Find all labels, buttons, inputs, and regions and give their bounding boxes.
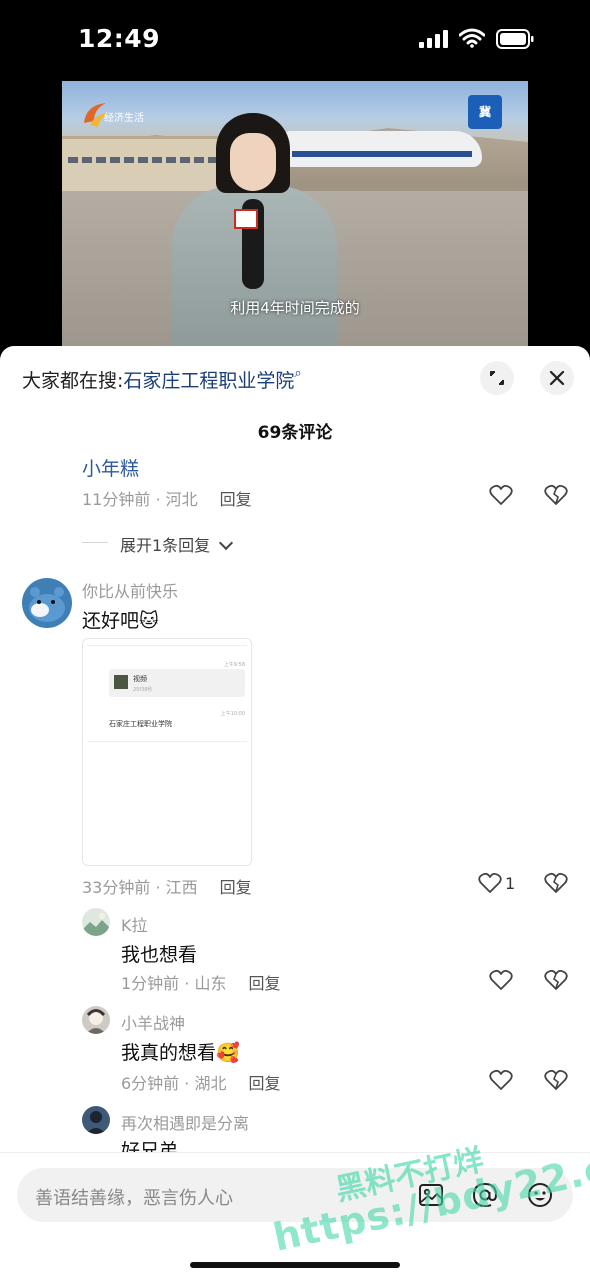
expand-replies-label: 展开1条回复	[120, 536, 211, 555]
reply-meta: 1分钟前 · 山东 回复	[121, 970, 280, 994]
comment-meta: 11分钟前 · 河北 回复	[82, 486, 252, 510]
expand-replies-button[interactable]: 展开1条回复	[120, 532, 234, 556]
reporter-face	[230, 133, 276, 191]
comment-attached-image[interactable]: 上午9:58 视频 25f38秒 上午10:00 石家庄工程职业学院	[82, 638, 252, 866]
reply-button[interactable]: 回复	[248, 1074, 280, 1093]
image-video-label: 视频	[133, 675, 147, 683]
home-indicator	[190, 1262, 400, 1268]
dislike-icon[interactable]	[544, 484, 568, 506]
avatar-character-icon	[86, 1009, 106, 1034]
hug-emoji: 🥰	[216, 1042, 240, 1064]
video-background-airplane	[282, 131, 482, 167]
avatar-landscape-icon	[82, 913, 110, 936]
like-icon[interactable]	[489, 1069, 513, 1091]
reply-username[interactable]: K拉	[121, 912, 148, 936]
reply-text-content: 我真的想看	[121, 1042, 217, 1064]
comment-text-link[interactable]: 小年糕	[82, 454, 139, 481]
like-count: 1	[505, 874, 516, 893]
trending-search-prefix: 大家都在搜:	[22, 370, 124, 392]
cellular-signal-icon	[419, 30, 449, 48]
close-button[interactable]	[540, 361, 574, 395]
comment-text: 还好吧🐱	[82, 606, 159, 633]
image-video-size: 25f38秒	[133, 687, 153, 693]
reply-username[interactable]: 再次相遇即是分离	[121, 1110, 249, 1134]
image-video-card	[109, 669, 245, 697]
like-icon[interactable]	[478, 872, 502, 894]
channel-logo-text: 经济生活	[104, 113, 144, 124]
reply-button[interactable]: 回复	[248, 974, 280, 993]
avatar[interactable]	[82, 1006, 110, 1034]
chevron-down-icon	[219, 535, 234, 551]
station-logo-icon: 冀	[468, 95, 502, 129]
comment-meta: 33分钟前 · 江西 回复	[82, 874, 252, 898]
status-time: 12:49	[78, 24, 161, 53]
battery-icon	[496, 29, 534, 49]
trending-search-keyword[interactable]: 石家庄工程职业学院	[123, 370, 294, 392]
dislike-icon[interactable]	[544, 1069, 568, 1091]
comment-input-placeholder: 善语结善缘，恶言伤人心	[35, 1188, 233, 1209]
avatar[interactable]	[82, 908, 110, 936]
avatar[interactable]	[82, 1106, 110, 1134]
avatar-silhouette-icon	[86, 1111, 106, 1134]
reply-text: 我真的想看🥰	[121, 1038, 240, 1065]
comment-sheet: 大家都在搜:石家庄工程职业学院⌕ 69条评论 小年糕 11分钟前 · 河北 回复 …	[0, 346, 590, 1280]
image-divider	[87, 741, 247, 742]
dislike-icon[interactable]	[544, 872, 568, 894]
search-icon: ⌕	[294, 366, 302, 381]
image-time-1: 上午9:58	[223, 662, 245, 668]
comment-username[interactable]: 你比从前快乐	[82, 578, 178, 602]
comment-time-location: 33分钟前 · 江西	[82, 878, 198, 897]
reply-time-location: 1分钟前 · 山东	[121, 974, 227, 993]
dislike-icon[interactable]	[544, 969, 568, 991]
image-message-text: 石家庄工程职业学院	[109, 720, 172, 728]
reply-meta: 6分钟前 · 湖北 回复	[121, 1070, 280, 1094]
reply-text: 我也想看	[121, 944, 198, 966]
like-icon[interactable]	[489, 484, 513, 506]
trending-search[interactable]: 大家都在搜:石家庄工程职业学院⌕	[22, 366, 302, 393]
image-video-thumbnail	[114, 675, 128, 689]
reply-username[interactable]: 小羊战神	[121, 1010, 185, 1034]
image-divider	[87, 645, 247, 646]
expand-divider	[82, 542, 108, 543]
video-subtitle: 利用4年时间完成的	[230, 299, 360, 317]
video-background-building	[62, 136, 227, 194]
cat-emoji: 🐱	[139, 610, 159, 632]
reply-button[interactable]: 回复	[220, 490, 252, 509]
avatar[interactable]	[22, 578, 72, 628]
like-icon[interactable]	[489, 969, 513, 991]
comment-text-content: 还好吧	[82, 610, 140, 632]
microphone-flag	[234, 209, 258, 229]
reply-time-location: 6分钟前 · 湖北	[121, 1074, 227, 1093]
close-icon	[549, 370, 565, 386]
reply-button[interactable]: 回复	[220, 878, 252, 897]
video-background-airplane-stripe	[292, 151, 472, 157]
video-player[interactable]: 经济生活 冀 利用4年时间完成的	[62, 81, 528, 351]
image-time-2: 上午10:00	[220, 711, 245, 717]
wifi-icon	[459, 28, 485, 48]
comment-time-location: 11分钟前 · 河北	[82, 490, 198, 509]
comment-count: 69条评论	[257, 423, 333, 443]
expand-button[interactable]	[480, 361, 514, 395]
expand-icon	[490, 371, 504, 385]
status-bar: 12:49	[0, 0, 590, 80]
avatar-bear-icon	[29, 587, 65, 622]
